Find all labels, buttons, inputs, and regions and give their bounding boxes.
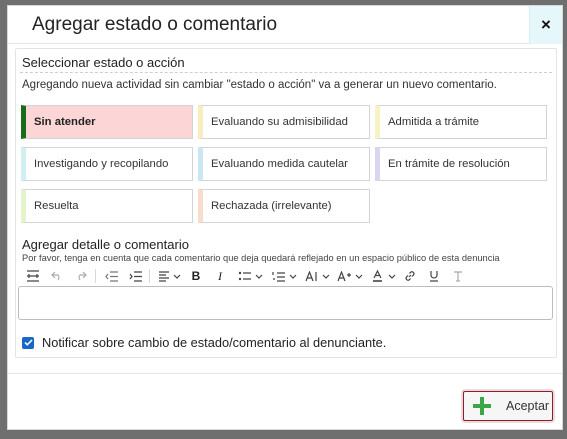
italic-icon[interactable]: I (212, 265, 228, 287)
status-option-evaluando-medida-cautelar[interactable]: Evaluando medida cautelar (198, 147, 370, 181)
toolbar-separator (149, 269, 150, 283)
toolbar-separator (95, 269, 96, 283)
notify-row: Notificar sobre cambio de estado/comenta… (22, 335, 386, 350)
status-option-label: Sin atender (34, 116, 96, 128)
bulleted-list-icon[interactable] (236, 265, 252, 287)
status-option-label: Rechazada (irrelevante) (211, 200, 332, 212)
modal-title: Agregar estado o comentario (32, 14, 278, 35)
font-color-icon[interactable] (370, 265, 384, 287)
editor-toolbar: B I (22, 265, 552, 287)
close-button[interactable]: × (529, 6, 562, 44)
undo-icon[interactable] (48, 265, 66, 287)
status-option-tramite-resolucion[interactable]: En trámite de resolución (375, 147, 547, 181)
status-option-admitida-tramite[interactable]: Admitida a trámite (375, 105, 547, 139)
remove-format-icon[interactable] (450, 265, 466, 287)
status-section-description: Agregando nueva actividad sin cambiar "e… (22, 79, 497, 91)
outdent-icon[interactable] (102, 265, 120, 287)
notify-checkbox[interactable] (22, 336, 34, 349)
modal-header: Agregar estado o comentario × (8, 6, 562, 44)
status-option-evaluando-admisibilidad[interactable]: Evaluando su admisibilidad (198, 105, 370, 139)
status-option-resuelta[interactable]: Resuelta (21, 189, 193, 223)
status-option-rechazada[interactable]: Rechazada (irrelevante) (198, 189, 370, 223)
font-size-icon[interactable] (304, 265, 320, 287)
indent-icon[interactable] (126, 265, 144, 287)
status-section: Seleccionar estado o acción Agregando nu… (15, 48, 557, 358)
chevron-down-icon[interactable] (173, 265, 183, 287)
plus-icon (473, 397, 491, 415)
bold-icon[interactable]: B (188, 265, 204, 287)
chevron-down-icon[interactable] (388, 265, 398, 287)
status-option-label: Evaluando su admisibilidad (211, 116, 348, 128)
notify-label[interactable]: Notificar sobre cambio de estado/comenta… (42, 335, 386, 350)
status-option-sin-atender[interactable]: Sin atender (21, 105, 193, 139)
comment-editor[interactable] (18, 286, 553, 320)
page-break-icon[interactable] (24, 265, 42, 287)
detail-title: Agregar detalle o comentario (22, 237, 189, 252)
detail-hint: Por favor, tenga en cuenta que cada come… (22, 253, 500, 263)
align-left-icon[interactable] (156, 265, 172, 287)
chevron-down-icon[interactable] (322, 265, 332, 287)
status-option-label: Admitida a trámite (388, 116, 480, 128)
status-option-label: En trámite de resolución (388, 158, 510, 170)
chevron-down-icon[interactable] (289, 265, 299, 287)
accept-button[interactable]: Aceptar (463, 391, 553, 421)
underline-icon[interactable] (426, 265, 442, 287)
checkmark-icon (23, 339, 33, 346)
status-option-investigando[interactable]: Investigando y recopilando (21, 147, 193, 181)
chevron-down-icon[interactable] (255, 265, 265, 287)
font-family-icon[interactable] (336, 265, 352, 287)
link-icon[interactable] (402, 265, 418, 287)
status-option-label: Investigando y recopilando (34, 158, 169, 170)
redo-icon[interactable] (72, 265, 90, 287)
status-section-title: Seleccionar estado o acción (22, 55, 185, 70)
status-option-label: Resuelta (34, 200, 79, 212)
close-icon: × (541, 15, 551, 34)
accept-label: Aceptar (506, 399, 550, 413)
footer-divider (8, 373, 562, 374)
status-option-label: Evaluando medida cautelar (211, 158, 348, 170)
chevron-down-icon[interactable] (355, 265, 365, 287)
section-divider (20, 72, 552, 73)
add-status-modal: Agregar estado o comentario × Selecciona… (7, 5, 563, 430)
numbered-list-icon[interactable] (270, 265, 286, 287)
